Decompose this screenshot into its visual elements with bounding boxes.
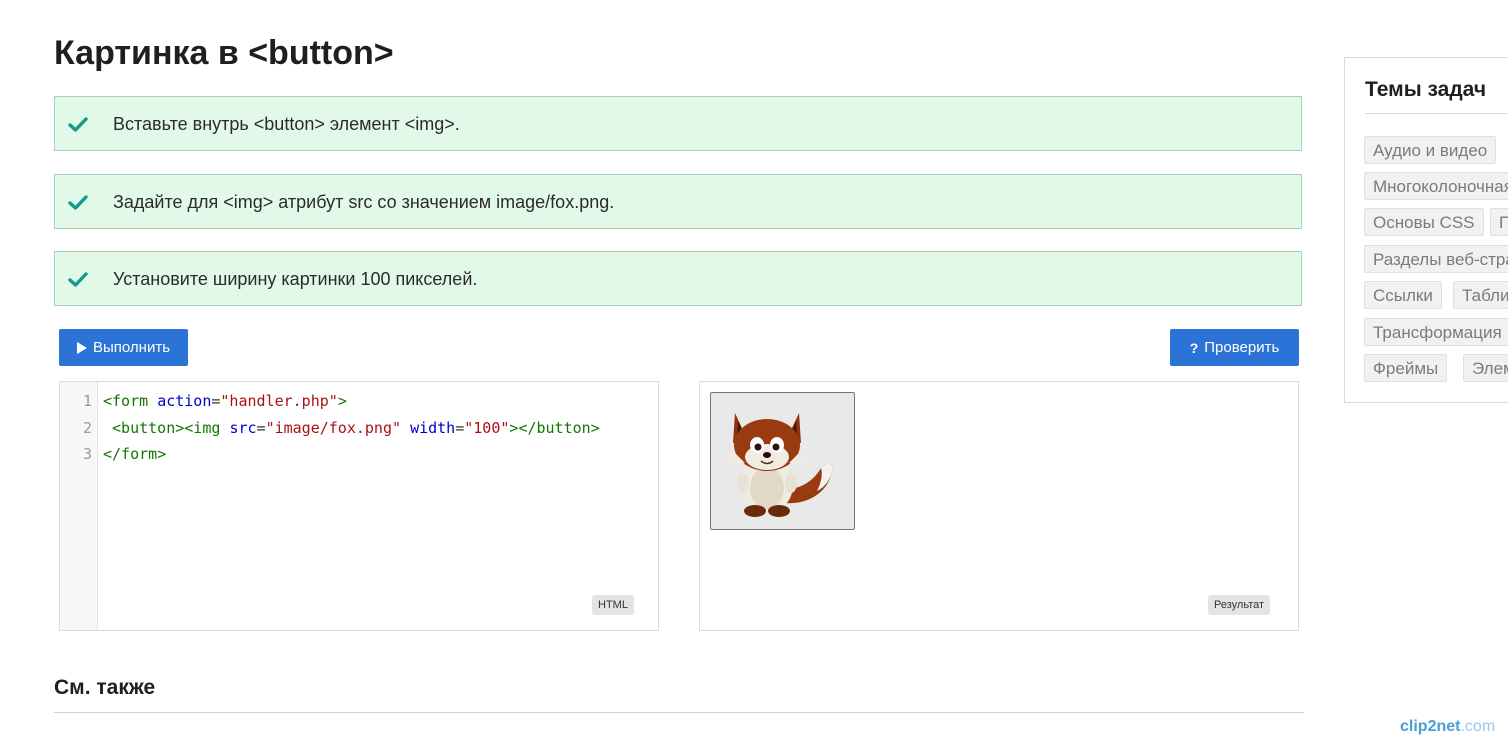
- topic-tag[interactable]: Трансформация: [1364, 318, 1508, 346]
- topic-tag[interactable]: Аудио и видео: [1364, 136, 1497, 164]
- code-line[interactable]: <button><img src="image/fox.png" width="…: [103, 419, 600, 437]
- page-title: Картинка в <button>: [54, 34, 394, 72]
- play-icon: [76, 341, 87, 354]
- question-icon: ?: [1189, 339, 1199, 356]
- divider: [1365, 113, 1508, 114]
- line-number: 2: [82, 419, 92, 437]
- watermark-brand: clip2net: [1400, 718, 1461, 735]
- task-item-3: Установите ширину картинки 100 пикселей.: [54, 251, 1302, 306]
- result-panel: Результат: [699, 381, 1299, 631]
- task-text: Установите ширину картинки 100 пикселей.: [113, 269, 478, 289]
- sidebar-title: Темы задач: [1365, 78, 1487, 101]
- fox-icon: [725, 413, 833, 517]
- run-button-label: Выполнить: [92, 339, 171, 356]
- topic-tag[interactable]: П: [1490, 208, 1508, 236]
- topic-tag[interactable]: Элем: [1463, 354, 1508, 382]
- watermark-suffix: .com: [1460, 718, 1496, 735]
- language-badge: HTML: [592, 595, 634, 615]
- line-number: 1: [82, 392, 92, 410]
- topic-tag[interactable]: Табли: [1453, 281, 1508, 309]
- topic-tag[interactable]: Фреймы: [1364, 354, 1448, 382]
- task-text: Вставьте внутрь <button> элемент <img>.: [113, 114, 460, 134]
- checkmark-icon: [68, 272, 88, 287]
- code-line[interactable]: <form action="handler.php">: [103, 392, 347, 410]
- task-text: Задайте для <img> атрибут src со значени…: [113, 192, 615, 212]
- checkmark-icon: [68, 117, 88, 132]
- task-item-2: Задайте для <img> атрибут src со значени…: [54, 174, 1302, 229]
- checkmark-icon: [68, 195, 88, 210]
- divider: [54, 712, 1304, 713]
- code-line[interactable]: </form>: [103, 445, 166, 463]
- line-gutter: 1 2 3: [60, 382, 98, 630]
- task-item-1: Вставьте внутрь <button> элемент <img>.: [54, 96, 1302, 151]
- check-button-label: Проверить: [1204, 339, 1280, 356]
- see-also-heading: См. также: [54, 676, 156, 699]
- watermark-logo: clip2net.com: [1400, 718, 1495, 736]
- line-number: 3: [82, 445, 92, 463]
- run-button[interactable]: Выполнить: [59, 329, 188, 366]
- check-button[interactable]: ? Проверить: [1170, 329, 1299, 366]
- topic-tag[interactable]: Многоколоночная: [1364, 172, 1508, 200]
- topic-tag[interactable]: Разделы веб-стра: [1364, 245, 1508, 273]
- result-badge: Результат: [1208, 595, 1271, 615]
- fox-image-button[interactable]: [710, 392, 855, 530]
- topic-tag[interactable]: Основы CSS: [1364, 208, 1484, 236]
- topic-tag[interactable]: Ссылки: [1364, 281, 1442, 309]
- sidebar-topics: Темы задач Аудио и видео Многоколоночная…: [1344, 57, 1508, 403]
- code-editor[interactable]: 1 2 3 <form action="handler.php"> <butto…: [59, 381, 659, 631]
